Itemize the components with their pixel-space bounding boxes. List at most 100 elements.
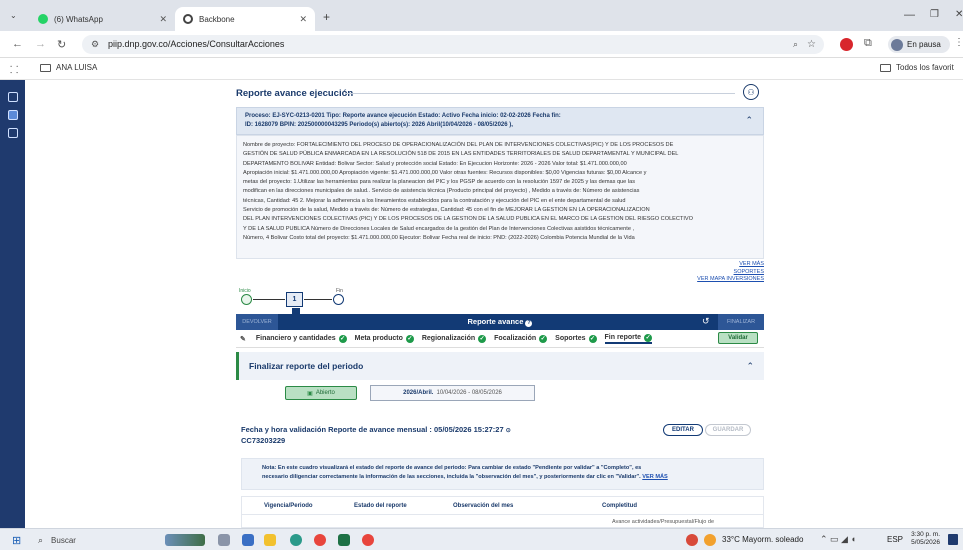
project-line: metas del proyecto: 1.Utilizar las herra… [243,179,635,186]
edit-button[interactable]: EDITAR [663,424,703,436]
help-icon[interactable]: ? [525,320,533,327]
flow-step-node[interactable]: 1 [286,292,303,307]
project-line: modifican en las direcciones municipales… [243,188,640,195]
finalizar-section-header[interactable]: Finalizar reporte del periodo ⌃ [236,352,764,380]
validation-user: CC73203229 [241,436,286,445]
tab-focalizacion[interactable]: Focalización ✓ [494,334,548,343]
whatsapp-icon [38,14,48,24]
undo-icon[interactable]: ↺ [702,316,710,327]
tab-meta-producto[interactable]: Meta producto ✓ [355,334,414,343]
tab-whatsapp[interactable]: (6) WhatsApp ✕ [30,7,175,31]
bookmark-star-icon[interactable]: ☆ [807,35,816,54]
clock-date: 5/05/2026 [911,539,940,546]
clock[interactable]: 3:30 p. m. 5/05/2026 [908,531,940,547]
note-box: Nota: En este cuadro visualizará el esta… [241,458,764,490]
status-badge: ▣ Abierto [285,386,357,400]
tab-list-chevron-icon[interactable]: ⌄ [10,11,17,20]
report-tabs: ✎ Financiero y cantidades ✓ Meta producto… [236,330,764,348]
flow-start-node [241,294,252,305]
chrome-icon[interactable] [314,534,326,546]
extensions-puzzle-icon[interactable]: ⧉ [864,37,872,50]
sidebar-menu-icon[interactable] [8,92,18,102]
excel-icon[interactable] [338,534,350,546]
users-icon[interactable]: ⚇ [743,84,759,100]
table-divider [242,514,763,515]
step-pointer [292,308,300,314]
url-field[interactable]: ⚙ piip.dnp.gov.co/Acciones/ConsultarAcci… [82,35,824,54]
reload-icon[interactable]: ↻ [57,38,66,51]
all-favorites-label: Todos los favorit [896,63,954,72]
lock-open-icon: ▣ [307,390,313,397]
clock-time: 3:30 p. m. [911,531,940,538]
project-line: Apropiación inicial: $1.471.000.000,00 A… [243,169,647,176]
forward-arrow-icon[interactable]: → [35,38,46,50]
apps-grid-icon[interactable]: ⸬ [10,62,18,76]
flow-connector [304,299,332,300]
widget-image-icon[interactable] [165,534,205,546]
period-box: 2026/Abril. 10/04/2026 - 08/05/2026 [370,385,535,401]
tab-regionalizacion[interactable]: Regionalización ✓ [422,334,487,343]
new-tab-plus-icon[interactable]: + [323,10,330,24]
task-view-icon[interactable] [218,534,230,546]
notifications-icon[interactable] [948,534,958,545]
note-ver-mas-link[interactable]: VER MÁS [642,474,668,480]
ver-mapa-inversiones-link[interactable]: VER MAPA INVERSIONES [600,276,764,284]
report-status-table: Vigencia/Periodo Estado del reporte Obse… [241,496,764,528]
check-icon: ✓ [338,334,347,343]
search-label: Buscar [51,535,76,545]
tab-financiero[interactable]: Financiero y cantidades ✓ [256,334,347,343]
tab-label: Fin reporte [604,333,642,341]
back-arrow-icon[interactable]: ← [12,38,23,50]
title-divider [345,93,735,94]
tab-label: Focalización [494,334,537,342]
project-line: Y DE LA SALUD PUBLICA Número de Direccio… [243,225,635,232]
zoom-icon[interactable]: ⌕ [793,35,798,54]
tab-fin-reporte[interactable]: Fin reporte ✓ [604,333,653,344]
browser-menu-icon[interactable]: ⋮ [954,37,963,48]
chrome-profile-icon[interactable] [362,534,374,546]
process-summary: Proceso: EJ-SYC-0213-0201 Tipo: Reporte … [236,107,764,135]
restore-icon[interactable]: ❐ [930,9,939,20]
tab-label: Soportes [555,334,586,342]
system-tray-icons[interactable]: ⌃ ▭ ◢ ◖ [820,534,856,545]
step-bar-title: Reporte avance ? [236,317,764,327]
backbone-favicon-icon [183,14,193,24]
save-button[interactable]: GUARDAR [705,424,751,436]
sidebar-document-icon[interactable] [8,128,18,138]
tab-backbone[interactable]: Backbone ✕ [175,7,315,31]
close-tab-icon[interactable]: ✕ [159,14,167,25]
status-label: Abierto [315,390,335,396]
ver-mas-link[interactable]: VER MÁS [600,261,764,269]
windows-start-icon[interactable]: ⊞ [12,534,21,547]
edit-pencil-icon[interactable]: ✎ [240,335,246,343]
finalizar-button[interactable]: FINALIZAR [718,314,764,330]
minimize-icon[interactable]: — [904,9,915,21]
info-icon[interactable]: ⊙ [506,428,511,434]
taskbar-search[interactable]: ⌕ Buscar [38,532,150,548]
profile-status-button[interactable]: En pausa [888,36,950,53]
bookmark-folder-ana-luisa[interactable]: ANA LUISA [40,63,97,72]
close-window-icon[interactable]: ✕ [955,9,963,20]
soportes-link[interactable]: SOPORTES [600,269,764,277]
close-tab-icon[interactable]: ✕ [299,14,307,25]
site-info-icon[interactable]: ⚙ [91,35,99,54]
project-line: Servicio de promoción de la salud, Medid… [243,207,650,214]
collapse-chevron-icon[interactable]: ⌃ [745,116,753,125]
file-explorer-icon[interactable] [264,534,276,546]
app-icon[interactable] [242,534,254,546]
validar-button[interactable]: Validar [718,332,758,344]
edge-icon[interactable] [290,534,302,546]
stop-extension-icon[interactable] [840,38,853,51]
folder-icon [40,63,51,72]
project-details: Nombre de proyecto: FORTALECIMIENTO DEL … [236,135,764,259]
notification-app-icon[interactable] [686,534,698,546]
collapse-chevron-icon[interactable]: ⌃ [746,361,754,372]
tab-soportes[interactable]: Soportes ✓ [555,334,597,343]
all-favorites-folder[interactable]: Todos los favorit [880,63,954,72]
sidebar-list-icon[interactable] [8,110,18,120]
check-icon: ✓ [478,334,487,343]
language-indicator[interactable]: ESP [887,535,903,544]
process-line-1: Proceso: EJ-SYC-0213-0201 Tipo: Reporte … [245,113,561,119]
period-label: 2026/Abril. [403,390,434,396]
bookmarks-bar: ⸬ ANA LUISA Todos los favorit [0,58,963,80]
